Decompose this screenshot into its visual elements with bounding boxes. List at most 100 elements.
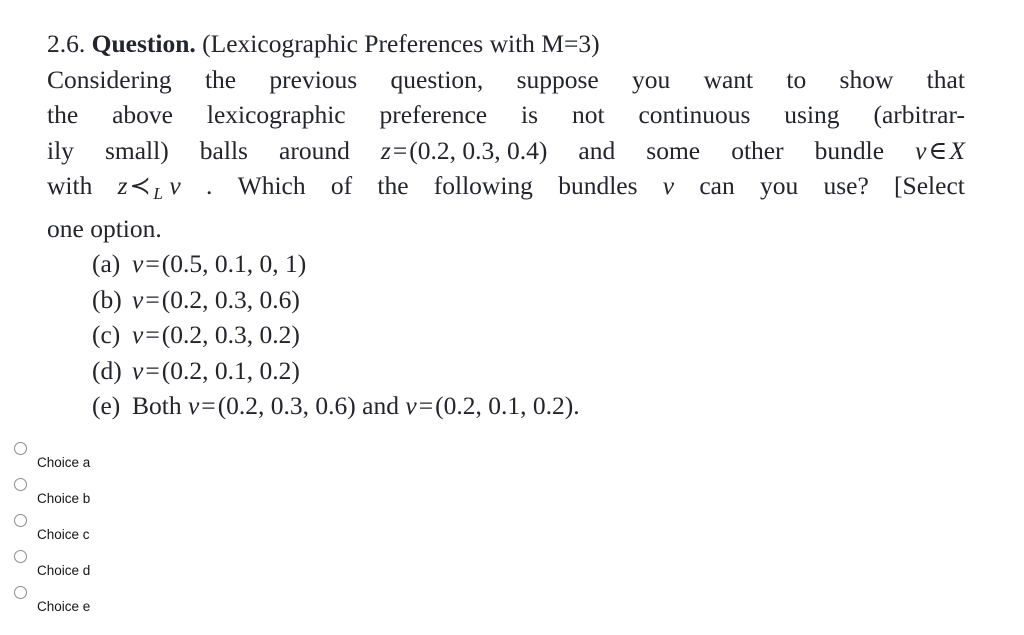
math-element-of-icon: ∈ bbox=[928, 135, 948, 165]
math-z-assignment: z=(0.2, 0.3, 0.4) bbox=[381, 133, 547, 169]
radio-button-choice-c[interactable] bbox=[14, 514, 27, 527]
option-value-e2: (0.2, 0.1, 0.2) bbox=[435, 391, 574, 420]
word: following bbox=[433, 171, 533, 200]
option-item-c: (c) v=(0.2, 0.3, 0.2) bbox=[92, 317, 580, 353]
option-var-v: v bbox=[132, 320, 144, 349]
word: preference bbox=[379, 100, 488, 129]
word: Which bbox=[237, 171, 306, 200]
option-item-d: (d) v=(0.2, 0.1, 0.2) bbox=[92, 353, 580, 389]
option-tag-c: (c) bbox=[92, 320, 121, 349]
word: the bbox=[377, 171, 409, 200]
option-tag-d: (d) bbox=[92, 355, 122, 385]
option-tag-e: (e) bbox=[92, 391, 121, 420]
word: use? bbox=[823, 171, 869, 200]
choice-label-e: Choice e bbox=[37, 599, 91, 614]
word: to bbox=[786, 64, 807, 94]
word: bundle bbox=[814, 135, 885, 165]
option-conjunction: and bbox=[362, 391, 399, 420]
choice-label-d: Choice d bbox=[37, 563, 91, 578]
option-equals: = bbox=[145, 355, 160, 385]
math-z-value: (0.2, 0.3, 0.4) bbox=[409, 135, 548, 165]
math-var-z: z bbox=[117, 171, 128, 200]
word: show bbox=[839, 64, 894, 94]
word: . bbox=[206, 171, 213, 200]
word: not bbox=[571, 100, 605, 129]
choice-label-a: Choice a bbox=[37, 455, 91, 470]
radio-button-choice-a[interactable] bbox=[14, 442, 27, 455]
word: the bbox=[47, 100, 79, 129]
math-var-v: v bbox=[662, 171, 675, 200]
option-equals: = bbox=[145, 320, 160, 349]
question-body-line-5: one option. bbox=[47, 214, 162, 244]
word: around bbox=[279, 135, 350, 165]
option-tag-b: (b) bbox=[92, 284, 122, 314]
question-title-paren: (Lexicographic Preferences with M=3) bbox=[202, 29, 600, 58]
option-value-d: (0.2, 0.1, 0.2) bbox=[161, 355, 300, 385]
word: lexicographic bbox=[206, 100, 346, 129]
math-v-in-X: v∈X bbox=[915, 133, 965, 169]
option-value-e1: (0.2, 0.3, 0.6) bbox=[217, 391, 356, 420]
word: previous bbox=[269, 64, 358, 94]
radio-button-choice-d[interactable] bbox=[14, 550, 27, 563]
word: can bbox=[699, 171, 735, 200]
word: above bbox=[112, 100, 173, 129]
option-value-b: (0.2, 0.3, 0.6) bbox=[161, 284, 300, 314]
radio-button-choice-e[interactable] bbox=[14, 586, 27, 599]
word: with bbox=[47, 171, 93, 200]
word: bundles bbox=[558, 171, 638, 200]
question-body-line-3: ily small) balls around z=(0.2, 0.3, 0.4… bbox=[47, 133, 965, 169]
word: you bbox=[759, 171, 799, 200]
option-item-a: (a) v=(0.5, 0.1, 0, 1) bbox=[92, 246, 580, 282]
word: other bbox=[731, 135, 784, 165]
option-equals: = bbox=[201, 391, 216, 420]
word: ily bbox=[47, 135, 74, 165]
option-list: (a) v=(0.5, 0.1, 0, 1) (b) v=(0.2, 0.3, 0.… bbox=[92, 246, 580, 424]
math-set-X: X bbox=[949, 135, 965, 165]
math-var-v: v bbox=[169, 171, 181, 200]
word: and bbox=[578, 135, 616, 165]
option-equals: = bbox=[145, 249, 160, 278]
choice-label-b: Choice b bbox=[37, 491, 91, 506]
option-value-c: (0.2, 0.3, 0.2) bbox=[161, 320, 300, 349]
option-var-v: v bbox=[187, 391, 200, 420]
radio-button-choice-b[interactable] bbox=[14, 478, 27, 491]
question-paragraph: 2.6. Question. (Lexicographic Preference… bbox=[47, 26, 965, 247]
word: continuous bbox=[638, 100, 751, 129]
option-equals: = bbox=[418, 391, 434, 420]
choice-row-a[interactable]: Choice a bbox=[0, 438, 90, 474]
option-var-v: v bbox=[132, 355, 144, 385]
math-precedes-subscript: L bbox=[153, 183, 164, 203]
word: (arbitrar- bbox=[873, 100, 965, 129]
question-body-line-4: with z≺ L v . Which of the following bund… bbox=[47, 168, 965, 211]
question-number: 2.6. bbox=[47, 29, 86, 58]
word: some bbox=[646, 135, 701, 165]
word: suppose bbox=[516, 64, 599, 94]
word: want bbox=[703, 64, 754, 94]
question-body-line-1: Considering the previous question, suppo… bbox=[47, 62, 965, 98]
option-value-a: (0.5, 0.1, 0, 1) bbox=[161, 249, 307, 278]
option-both-word: Both bbox=[132, 391, 182, 420]
question-body-line-2: the above lexicographic preference is no… bbox=[47, 97, 965, 133]
math-z-prec-v: z≺ L v bbox=[118, 168, 181, 211]
option-var-v: v bbox=[405, 391, 417, 420]
option-tag-a: (a) bbox=[92, 249, 121, 278]
option-period: . bbox=[573, 391, 580, 420]
word: [Select bbox=[894, 171, 965, 200]
question-label: Question. bbox=[91, 29, 196, 58]
option-var-v: v bbox=[132, 284, 144, 314]
math-var-v: v bbox=[915, 135, 927, 165]
word: balls bbox=[199, 135, 248, 165]
word: using bbox=[784, 100, 840, 129]
choice-label-c: Choice c bbox=[37, 527, 90, 542]
option-var-v: v bbox=[132, 249, 144, 278]
word: that bbox=[926, 64, 965, 94]
word: small) bbox=[104, 135, 169, 165]
word: question, bbox=[390, 64, 484, 94]
answer-choice-list: Choice a Choice b Choice c Choice d Choi… bbox=[0, 438, 90, 618]
math-var-z: z bbox=[380, 135, 391, 165]
word: is bbox=[521, 100, 539, 129]
option-equals: = bbox=[145, 284, 160, 314]
word: Considering bbox=[47, 64, 172, 94]
option-item-e: (e) Both v=(0.2, 0.3, 0.6) and v=(0.2, 0.… bbox=[92, 388, 580, 424]
word: the bbox=[204, 64, 237, 94]
